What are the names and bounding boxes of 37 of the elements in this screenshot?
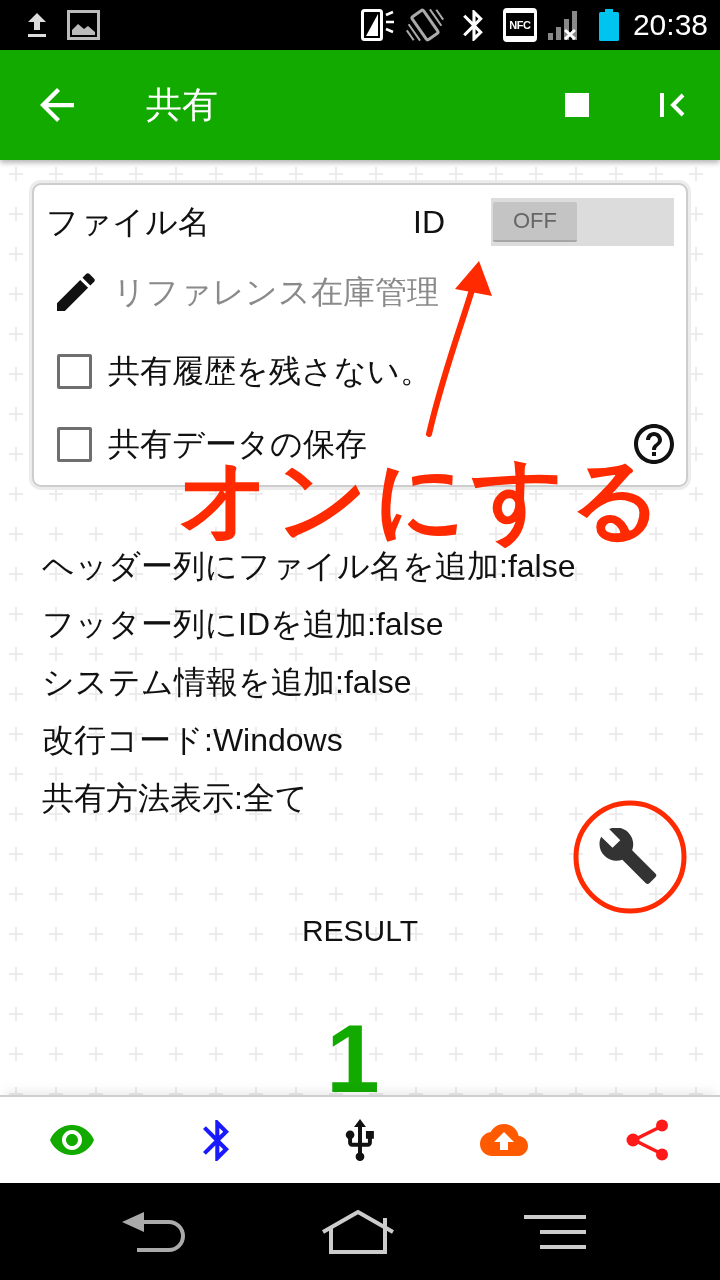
menu-icon[interactable]: [523, 1213, 587, 1250]
back-icon[interactable]: [122, 1210, 186, 1253]
pencil-icon: [57, 273, 95, 311]
status-time: 20:38: [632, 8, 708, 42]
file-name-label: ファイル名: [46, 203, 210, 242]
checkbox[interactable]: [57, 353, 92, 389]
bluetooth-icon: [462, 9, 483, 41]
checkbox-label: 共有履歴を残さない。: [108, 352, 432, 391]
vibrate-icon: [404, 7, 445, 43]
screen-rotation-icon: [360, 9, 396, 41]
share-icon[interactable]: [626, 1119, 670, 1161]
result-label: RESULT: [301, 913, 419, 949]
bluetooth-icon[interactable]: [203, 1119, 229, 1161]
settings-summary-line: フッター列にIDを追加:false: [42, 605, 444, 644]
app-bar-title: 共有: [146, 83, 218, 127]
settings-summary-line: 共有方法表示:全て: [42, 779, 308, 818]
file-name-field[interactable]: リファレンス在庫管理: [113, 270, 455, 314]
upload-icon: [28, 12, 46, 38]
checkbox[interactable]: [57, 426, 92, 462]
settings-summary-line: システム情報を追加:false: [42, 663, 412, 702]
bar-chevron-left-icon[interactable]: [660, 93, 686, 117]
image-icon: [67, 10, 100, 40]
settings-summary-line: ヘッダー列にファイル名を追加:false: [42, 548, 576, 586]
wrench-icon[interactable]: [598, 828, 658, 884]
eye-icon[interactable]: [50, 1125, 94, 1155]
usb-icon[interactable]: [345, 1119, 375, 1161]
cloud-upload-icon[interactable]: [480, 1124, 528, 1156]
signal-icon: [547, 10, 578, 40]
id-label: ID: [413, 203, 445, 242]
nfc-indicator: NFC: [502, 8, 537, 42]
settings-summary-line: 改行コード:Windows: [42, 721, 343, 760]
help-icon[interactable]: [634, 424, 674, 464]
result-value: 1: [326, 1023, 380, 1095]
battery-icon: [598, 9, 619, 41]
home-icon[interactable]: [321, 1209, 395, 1254]
toggle-switch[interactable]: OFF: [491, 198, 674, 246]
back-arrow-icon[interactable]: [40, 88, 74, 122]
